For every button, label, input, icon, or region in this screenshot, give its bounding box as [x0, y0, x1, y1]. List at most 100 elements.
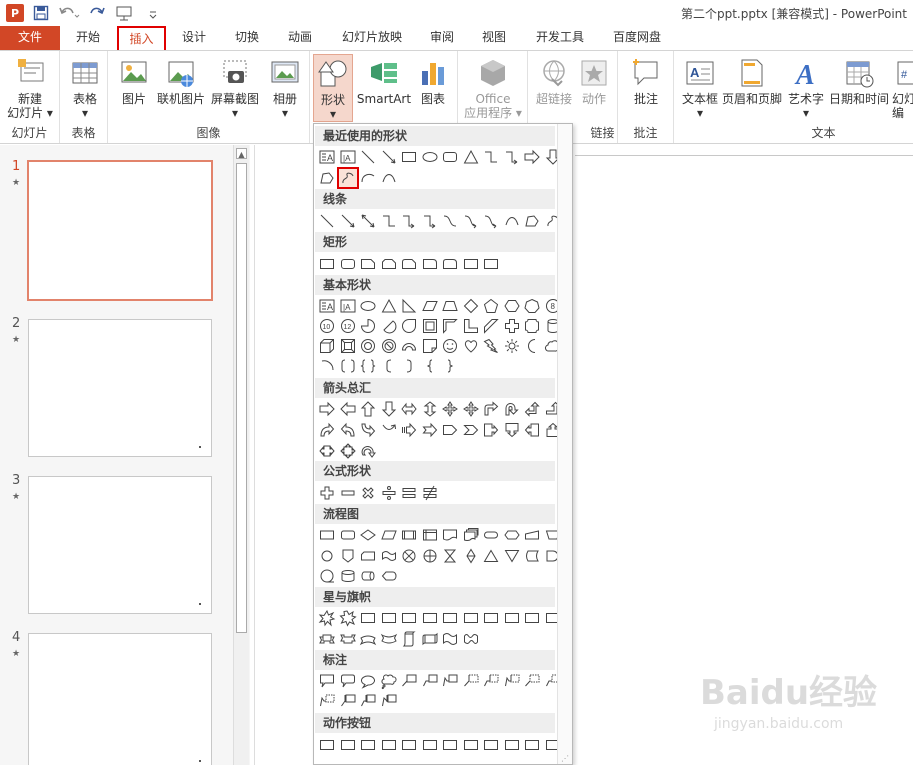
resize-grip-icon[interactable]: ⋰ — [561, 754, 569, 763]
flow2-shape-11-icon[interactable] — [522, 546, 543, 566]
callouts2-shape-1-icon[interactable] — [317, 691, 338, 711]
action-shape-4-icon[interactable] — [379, 735, 400, 755]
basic4-shape-1-icon[interactable] — [317, 356, 338, 376]
flow2-shape-4-icon[interactable] — [379, 546, 400, 566]
flow2-shape-3-icon[interactable] — [358, 546, 379, 566]
recent-shape-11-icon[interactable] — [522, 147, 543, 167]
comment-button[interactable]: 批注 — [626, 54, 666, 122]
flow1-shape-8-icon[interactable] — [461, 525, 482, 545]
arrows2-shape-5-icon[interactable] — [399, 420, 420, 440]
action-shape-11-icon[interactable] — [522, 735, 543, 755]
arrows1-shape-2-icon[interactable] — [338, 399, 359, 419]
basic1-shape-10-icon[interactable] — [502, 296, 523, 316]
basic3-shape-5-icon[interactable] — [399, 336, 420, 356]
chart-button[interactable]: 图表 — [414, 54, 452, 122]
basic2-shape-8-icon[interactable] — [461, 316, 482, 336]
recent-shape-2-icon[interactable]: |A — [338, 147, 359, 167]
lines-shape-9-icon[interactable] — [481, 211, 502, 231]
basic4-shape-7-icon[interactable] — [440, 356, 461, 376]
tab-insert[interactable]: 插入 — [117, 26, 166, 50]
rect-shape-2-icon[interactable] — [338, 254, 359, 274]
flow1-shape-5-icon[interactable] — [399, 525, 420, 545]
basic2-shape-3-icon[interactable] — [358, 316, 379, 336]
arrows2-shape-10-icon[interactable] — [502, 420, 523, 440]
arrows2-shape-9-icon[interactable] — [481, 420, 502, 440]
basic3-shape-1-icon[interactable] — [317, 336, 338, 356]
basic1-shape-7-icon[interactable] — [440, 296, 461, 316]
flow1-shape-4-icon[interactable] — [379, 525, 400, 545]
equation-shape-5-icon[interactable] — [399, 483, 420, 503]
callouts1-shape-11-icon[interactable] — [522, 671, 543, 691]
action-shape-10-icon[interactable] — [502, 735, 523, 755]
recent-shape-5-icon[interactable] — [399, 147, 420, 167]
lines-shape-10-icon[interactable] — [502, 211, 523, 231]
equation-shape-6-icon[interactable] — [420, 483, 441, 503]
arrows1-shape-8-icon[interactable] — [461, 399, 482, 419]
recent-shape-1-icon[interactable]: A — [317, 147, 338, 167]
flow3-shape-3-icon[interactable] — [358, 566, 379, 586]
basic3-shape-9-icon[interactable] — [481, 336, 502, 356]
arrows3-shape-3-icon[interactable] — [358, 441, 379, 461]
callouts1-shape-4-icon[interactable] — [379, 671, 400, 691]
thumbnail-scrollbar[interactable]: ▲ — [233, 145, 249, 765]
flow3-shape-1-icon[interactable] — [317, 566, 338, 586]
arrows1-shape-5-icon[interactable] — [399, 399, 420, 419]
stars2-shape-6-icon[interactable] — [420, 629, 441, 649]
tab-file[interactable]: 文件 — [0, 26, 60, 50]
flow1-shape-3-icon[interactable] — [358, 525, 379, 545]
basic3-shape-11-icon[interactable] — [522, 336, 543, 356]
action-shape-8-icon[interactable] — [461, 735, 482, 755]
slide-thumbnail-2[interactable] — [28, 319, 212, 457]
stars1-shape-8-icon[interactable] — [461, 608, 482, 628]
arrows1-shape-6-icon[interactable] — [420, 399, 441, 419]
stars1-shape-6-icon[interactable] — [420, 608, 441, 628]
flow1-shape-11-icon[interactable] — [522, 525, 543, 545]
flow1-shape-6-icon[interactable] — [420, 525, 441, 545]
stars1-shape-2-icon[interactable] — [338, 608, 359, 628]
basic3-shape-6-icon[interactable] — [420, 336, 441, 356]
lines-shape-1-icon[interactable] — [317, 211, 338, 231]
callouts1-shape-7-icon[interactable] — [440, 671, 461, 691]
stars1-shape-10-icon[interactable] — [502, 608, 523, 628]
basic1-shape-1-icon[interactable]: A — [317, 296, 338, 316]
lines-shape-11-icon[interactable] — [522, 211, 543, 231]
gallery-scrollbar[interactable] — [557, 124, 572, 764]
basic2-shape-1-icon[interactable]: 10 — [317, 316, 338, 336]
callouts1-shape-3-icon[interactable] — [358, 671, 379, 691]
tab-view[interactable]: 视图 — [472, 26, 516, 50]
arrows2-shape-1-icon[interactable] — [317, 420, 338, 440]
arrows3-shape-2-icon[interactable] — [338, 441, 359, 461]
basic2-shape-11-icon[interactable] — [522, 316, 543, 336]
basic3-shape-2-icon[interactable] — [338, 336, 359, 356]
equation-shape-2-icon[interactable] — [338, 483, 359, 503]
action-shape-9-icon[interactable] — [481, 735, 502, 755]
flow2-shape-5-icon[interactable] — [399, 546, 420, 566]
rect-shape-5-icon[interactable] — [399, 254, 420, 274]
arrows1-shape-4-icon[interactable] — [379, 399, 400, 419]
stars1-shape-11-icon[interactable] — [522, 608, 543, 628]
tab-baidu-netdisk[interactable]: 百度网盘 — [602, 26, 672, 50]
basic2-shape-6-icon[interactable] — [420, 316, 441, 336]
arrows2-shape-2-icon[interactable] — [338, 420, 359, 440]
stars1-shape-4-icon[interactable] — [379, 608, 400, 628]
callouts1-shape-2-icon[interactable] — [338, 671, 359, 691]
basic2-shape-9-icon[interactable] — [481, 316, 502, 336]
equation-shape-4-icon[interactable] — [379, 483, 400, 503]
action-shape-1-icon[interactable] — [317, 735, 338, 755]
lines-shape-3-icon[interactable] — [358, 211, 379, 231]
action-shape-7-icon[interactable] — [440, 735, 461, 755]
slide-thumbnail-1[interactable] — [27, 160, 213, 301]
rect-shape-6-icon[interactable] — [420, 254, 441, 274]
callouts1-shape-5-icon[interactable] — [399, 671, 420, 691]
arrows2-shape-4-icon[interactable] — [379, 420, 400, 440]
shapes-button[interactable]: 形状 ▾ — [313, 54, 353, 122]
lines-shape-8-icon[interactable] — [461, 211, 482, 231]
arrows2-shape-11-icon[interactable] — [522, 420, 543, 440]
basic1-shape-6-icon[interactable] — [420, 296, 441, 316]
action-shape-5-icon[interactable] — [399, 735, 420, 755]
rect-shape-7-icon[interactable] — [440, 254, 461, 274]
stars2-shape-3-icon[interactable] — [358, 629, 379, 649]
powerpoint-app-icon[interactable]: P — [6, 4, 24, 22]
stars1-shape-5-icon[interactable] — [399, 608, 420, 628]
recent-shape-4-icon[interactable] — [379, 147, 400, 167]
